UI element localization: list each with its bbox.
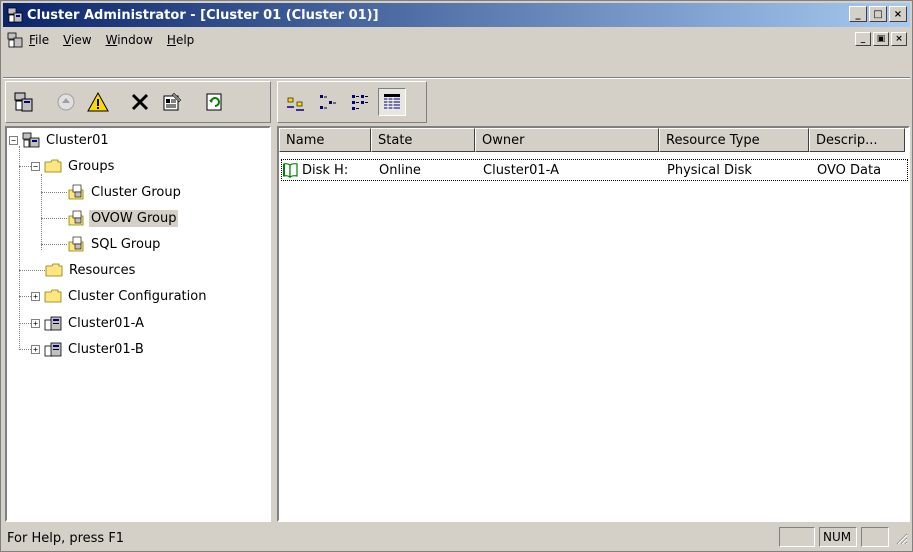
expand-toggle[interactable]: + [31,344,40,354]
details-icon [384,94,400,110]
mdi-minimize-button[interactable]: _ [855,32,871,46]
tree-label: Cluster01-B [68,341,144,357]
tree-connector [41,192,67,193]
refresh-button[interactable] [200,88,228,116]
collapse-toggle[interactable]: − [9,135,18,145]
tree-label: Cluster Group [91,184,181,200]
status-panel-num: NUM [819,527,857,547]
toolbar [3,79,910,129]
column-header-owner[interactable]: Owner [475,128,659,152]
cell-name: Disk H: [282,162,373,178]
physical-disk-resource-icon [283,163,298,178]
cluster-connect-icon [14,92,33,112]
cluster-icon [22,132,40,148]
tree-label: Cluster Configuration [68,288,207,304]
toolbar-view-group [277,81,427,123]
tree-label: SQL Group [91,236,161,252]
cell-resource-type: Physical Disk [667,162,752,178]
folder-icon [45,263,63,277]
mdi-close-button[interactable]: × [891,32,907,46]
menu-view[interactable]: View [63,33,91,47]
tree-connector [41,244,67,245]
resource-group-icon [68,184,84,200]
tree-connector [41,174,42,250]
large-icons-view-button[interactable] [282,88,310,116]
tree-item-groups[interactable]: − Groups [31,156,116,176]
collapse-toggle[interactable]: − [31,161,40,171]
menu-help[interactable]: Help [167,33,194,47]
tree-item-node-a[interactable]: + Cluster01-A [31,313,146,333]
column-header-state[interactable]: State [371,128,475,152]
take-offline-button[interactable] [84,88,112,116]
maximize-button[interactable]: □ [869,6,887,22]
status-help-text: For Help, press F1 [7,530,125,546]
tree-pane[interactable]: − Cluster01 − Groups Cluster Group OVOW … [5,126,271,522]
menu-window[interactable]: Window [106,33,153,47]
tree-item-resources[interactable]: Resources [45,260,137,280]
tree-label: Cluster01-A [68,315,144,331]
tree-connector [19,146,20,350]
list-item[interactable]: Disk H: Online Cluster01-A Physical Disk… [281,159,908,181]
folder-icon [44,159,62,173]
resource-group-icon [68,236,84,252]
server-node-icon [44,342,62,357]
tree-item-cluster01[interactable]: − Cluster01 [9,130,111,150]
window-title: Cluster Administrator - [Cluster 01 (Clu… [27,7,379,23]
resize-grip-icon[interactable] [894,531,908,545]
bring-online-icon [57,93,75,111]
column-header-resource-type[interactable]: Resource Type [659,128,809,152]
properties-icon [163,92,182,111]
list-icon [352,95,368,110]
resource-name: Disk H: [302,162,349,178]
tree-item-cluster-configuration[interactable]: + Cluster Configuration [31,286,208,306]
folder-icon [44,289,62,303]
tree-label-selected: OVOW Group [89,209,179,227]
close-button[interactable]: × [889,6,907,22]
cell-description: OVO Data [817,162,882,178]
tree-item-sql-group[interactable]: SQL Group [67,234,162,254]
delete-button[interactable] [126,88,154,116]
open-connection-button[interactable] [10,88,38,116]
small-icons-view-button[interactable] [314,88,342,116]
tree-connector [41,218,67,219]
delete-x-icon [131,93,149,111]
resource-group-icon [68,210,84,226]
mdi-document-icon[interactable] [7,32,23,48]
tree-label: Resources [69,262,136,278]
properties-button[interactable] [158,88,186,116]
cluster-admin-app-icon [7,7,23,23]
minimize-button[interactable]: _ [849,6,867,22]
tree-connector [19,270,45,271]
list-header: Name State Owner Resource Type Descrip..… [279,128,905,152]
title-bar[interactable]: Cluster Administrator - [Cluster 01 (Clu… [3,3,910,27]
small-icons-icon [320,95,336,109]
tree-label: Groups [68,158,115,174]
details-view-button[interactable] [378,88,406,116]
details-list-pane[interactable]: Name State Owner Resource Type Descrip..… [277,126,910,522]
warning-icon [87,91,109,112]
cluster-administrator-window: Cluster Administrator - [Cluster 01 (Clu… [0,0,913,552]
cell-owner: Cluster01-A [483,162,559,178]
column-header-description[interactable]: Descrip... [809,128,905,152]
mdi-restore-button[interactable]: ▣ [873,32,889,46]
menu-file[interactable]: File [29,33,49,47]
status-panel-caps [779,527,815,547]
tree-item-node-b[interactable]: + Cluster01-B [31,339,146,359]
tree-label: Cluster01 [46,132,109,148]
bring-online-button[interactable] [52,88,80,116]
list-view-button[interactable] [346,88,374,116]
large-icons-icon [287,97,304,111]
menu-bar: File View Window Help _ ▣ × [3,29,910,51]
status-bar: For Help, press F1 NUM [3,527,910,549]
server-node-icon [44,316,62,331]
tree-item-cluster-group[interactable]: Cluster Group [67,182,183,202]
toolbar-actions-group [5,81,271,123]
status-panel-scroll [861,527,889,547]
expand-toggle[interactable]: + [31,291,40,301]
column-header-name[interactable]: Name [279,128,371,152]
expand-toggle[interactable]: + [31,318,40,328]
refresh-icon [206,93,222,111]
cell-state: Online [379,162,421,178]
tree-item-ovow-group[interactable]: OVOW Group [67,208,179,228]
